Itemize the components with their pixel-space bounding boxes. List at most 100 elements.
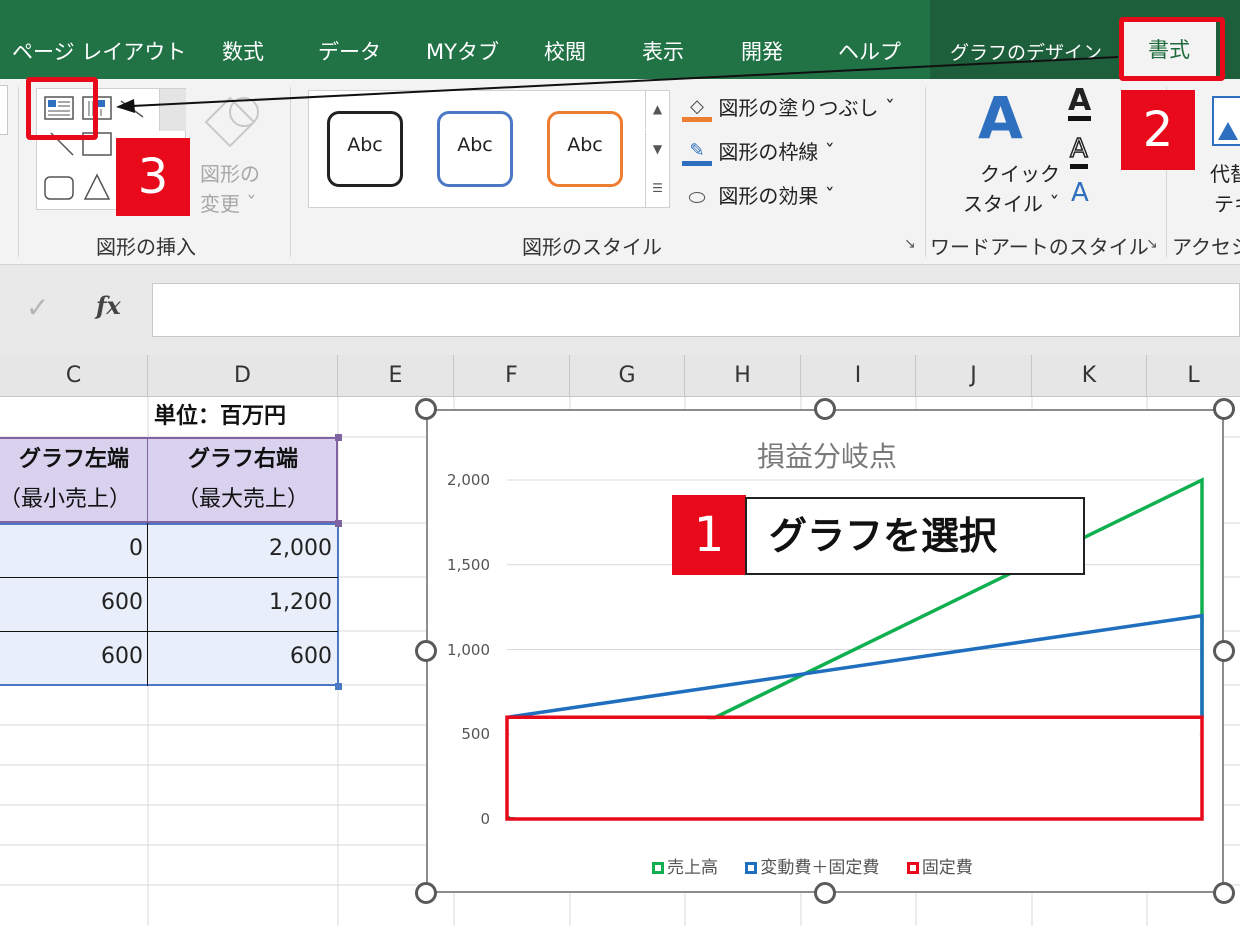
dialog-launcher-icon[interactable]: ↘ bbox=[904, 236, 916, 252]
column-header-j[interactable]: J bbox=[916, 355, 1032, 397]
header-right-line1: グラフ右端 bbox=[187, 447, 298, 472]
ribbon-separator bbox=[925, 87, 926, 257]
style-gallery-scroll-up[interactable]: ▲ bbox=[645, 90, 669, 129]
enter-check-icon[interactable]: ✓ bbox=[26, 291, 49, 324]
shape-gallery-scroll-up[interactable] bbox=[159, 89, 186, 131]
resize-handle[interactable] bbox=[415, 398, 437, 420]
shape-outline-label: 図形の枠線 ˇ bbox=[718, 140, 835, 164]
tab-my-tab[interactable]: MYタブ bbox=[426, 36, 499, 66]
resize-handle[interactable] bbox=[1213, 882, 1235, 904]
header-left-line1: グラフ左端 bbox=[18, 447, 129, 472]
step-3-badge: 3 bbox=[116, 138, 190, 216]
formula-bar: ✓ fx bbox=[0, 265, 1240, 355]
column-header-l[interactable]: L bbox=[1147, 355, 1240, 397]
quick-style-button-line2[interactable]: スタイル ˇ bbox=[963, 188, 1059, 217]
text-effects-icon[interactable]: A bbox=[1071, 178, 1089, 208]
triangle-shape-icon bbox=[83, 173, 111, 200]
shape-fill-label: 図形の塗りつぶし ˇ bbox=[718, 96, 895, 120]
tab-developer[interactable]: 開発 bbox=[741, 36, 783, 66]
table-cell[interactable]: 600 bbox=[0, 644, 143, 669]
column-header-h[interactable]: H bbox=[685, 355, 801, 397]
ribbon-tab-bar: ページ レイアウト 数式 データ MYタブ 校閲 表示 開発 ヘルプ グラフのデ… bbox=[0, 0, 1240, 79]
chart-elements-dropdown-edge[interactable] bbox=[0, 85, 8, 135]
table-cell[interactable]: 600 bbox=[0, 590, 143, 615]
fixed-cost-area bbox=[510, 719, 1199, 817]
paint-bucket-icon: ◇ bbox=[682, 97, 712, 122]
column-header-g[interactable]: G bbox=[570, 355, 685, 397]
table-cell[interactable]: 2,000 bbox=[148, 536, 332, 561]
alt-text-button-line2[interactable]: テキ bbox=[1214, 188, 1240, 217]
highlight-format-tab bbox=[1119, 17, 1225, 81]
change-shape-button-line1[interactable]: 図形の bbox=[200, 158, 260, 187]
tab-review[interactable]: 校閲 bbox=[544, 36, 586, 66]
resize-handle[interactable] bbox=[415, 640, 437, 662]
total-cost-series-line[interactable] bbox=[506, 613, 1204, 720]
tab-chart-design[interactable]: グラフのデザイン bbox=[950, 38, 1102, 65]
shape-style-gallery[interactable]: Abc Abc Abc bbox=[308, 90, 670, 208]
pencil-icon: ✎ bbox=[682, 141, 712, 166]
tab-view[interactable]: 表示 bbox=[642, 36, 684, 66]
column-header-c[interactable]: C bbox=[0, 355, 148, 397]
style-gallery-scroll-down[interactable]: ▼ bbox=[645, 130, 669, 169]
column-header-d[interactable]: D bbox=[148, 355, 338, 397]
text-fill-icon[interactable]: A bbox=[1068, 86, 1092, 121]
ribbon-separator bbox=[18, 87, 19, 257]
quick-style-icon: A bbox=[978, 84, 1023, 152]
column-header-e[interactable]: E bbox=[338, 355, 454, 397]
text-outline-icon[interactable]: A bbox=[1069, 133, 1089, 169]
column-headers: C D E F G H I J K L bbox=[0, 355, 1240, 397]
change-shape-icon bbox=[200, 92, 264, 157]
shape-style-black[interactable]: Abc bbox=[327, 111, 403, 187]
highlight-text-box-icon bbox=[26, 77, 98, 140]
line-shape-icon bbox=[120, 100, 144, 118]
dialog-launcher-icon[interactable]: ↘ bbox=[1146, 236, 1158, 252]
shape-effects-icon: ⬭ bbox=[688, 184, 706, 209]
plot-area[interactable] bbox=[428, 411, 1226, 895]
chart-legend[interactable]: 売上高 変動費＋固定費 固定費 bbox=[652, 853, 995, 878]
legend-item: 売上高 bbox=[652, 858, 718, 878]
quick-style-button-line1[interactable]: クイック bbox=[980, 158, 1060, 187]
insert-function-icon[interactable]: fx bbox=[96, 291, 121, 320]
table-cell[interactable]: 1,200 bbox=[148, 590, 332, 615]
alt-text-icon bbox=[1212, 96, 1240, 146]
legend-item: 固定費 bbox=[906, 858, 973, 878]
formula-input[interactable] bbox=[152, 283, 1240, 337]
table-cell[interactable]: 0 bbox=[0, 536, 143, 561]
tab-formulas[interactable]: 数式 bbox=[222, 36, 264, 66]
wordart-styles-group-label: ワードアートのスタイル bbox=[930, 235, 1149, 259]
shape-styles-group-label: 図形のスタイル bbox=[522, 235, 662, 259]
legend-label: 固定費 bbox=[921, 858, 973, 878]
tab-data[interactable]: データ bbox=[318, 36, 381, 66]
resize-handle[interactable] bbox=[814, 882, 836, 904]
alt-text-button-line1[interactable]: 代替 bbox=[1210, 158, 1240, 187]
ribbon-separator bbox=[290, 87, 291, 257]
break-even-chart[interactable]: 損益分岐点 2,000 1,500 1,000 500 0 売上高 変動費＋固定… bbox=[426, 409, 1224, 893]
unit-label: 単位：百万円 bbox=[154, 404, 287, 429]
style-gallery-more[interactable]: ☰ bbox=[645, 169, 669, 208]
header-left-line2: （最小売上） bbox=[0, 487, 131, 512]
tab-page-layout[interactable]: ページ レイアウト bbox=[12, 36, 186, 66]
insert-shapes-group-label: 図形の挿入 bbox=[96, 235, 196, 259]
column-header-k[interactable]: K bbox=[1032, 355, 1147, 397]
step-2-badge: 2 bbox=[1121, 90, 1195, 170]
legend-label: 売上高 bbox=[667, 858, 718, 878]
resize-handle[interactable] bbox=[814, 398, 836, 420]
tab-help[interactable]: ヘルプ bbox=[838, 36, 901, 66]
resize-handle[interactable] bbox=[1213, 398, 1235, 420]
rounded-rectangle-shape-icon bbox=[44, 176, 74, 200]
shape-effects-button[interactable]: ⬭ 図形の効果 ˇ bbox=[682, 180, 834, 210]
legend-item: 変動費＋固定費 bbox=[745, 858, 879, 878]
shape-fill-button[interactable]: ◇ 図形の塗りつぶし ˇ bbox=[682, 92, 895, 122]
shape-outline-button[interactable]: ✎ 図形の枠線 ˇ bbox=[682, 136, 835, 166]
shape-style-blue[interactable]: Abc bbox=[437, 111, 513, 187]
shape-style-orange[interactable]: Abc bbox=[547, 111, 623, 187]
change-shape-button-line2[interactable]: 変更 ˇ bbox=[200, 188, 256, 217]
step-1-callout: グラフを選択 bbox=[745, 497, 1085, 575]
header-right-line2: （最大売上） bbox=[176, 487, 309, 512]
table-cell[interactable]: 600 bbox=[148, 644, 332, 669]
resize-handle[interactable] bbox=[1213, 640, 1235, 662]
accessibility-group-label: アクセシ bbox=[1172, 235, 1240, 259]
column-header-i[interactable]: I bbox=[801, 355, 916, 397]
resize-handle[interactable] bbox=[415, 882, 437, 904]
column-header-f[interactable]: F bbox=[454, 355, 570, 397]
